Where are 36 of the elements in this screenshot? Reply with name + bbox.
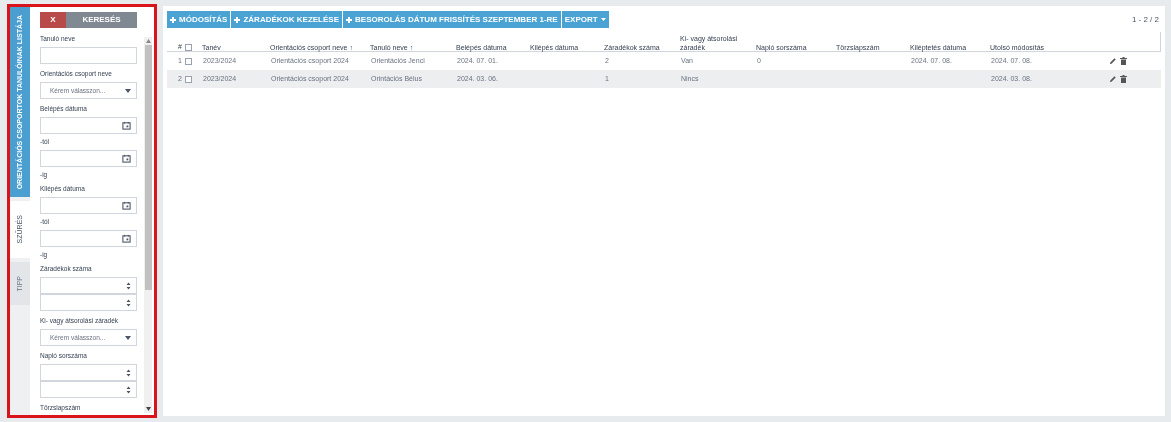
search-button[interactable]: KERESÉS: [66, 12, 137, 28]
trash-icon[interactable]: [1120, 75, 1127, 83]
caret-icon: [125, 335, 131, 340]
number-field[interactable]: [40, 277, 137, 294]
spinner-arrows-icon[interactable]: [126, 281, 131, 290]
calendar-icon[interactable]: [122, 154, 131, 163]
calendar-icon[interactable]: [122, 201, 131, 210]
calendar-icon[interactable]: [122, 121, 131, 130]
pencil-icon[interactable]: [1109, 57, 1117, 65]
date-field[interactable]: [40, 230, 137, 247]
plus-icon: [234, 16, 241, 23]
pencil-icon[interactable]: [1109, 75, 1117, 83]
spinner-arrows-icon[interactable]: [126, 368, 131, 377]
number-field[interactable]: [40, 294, 137, 311]
row-checkbox[interactable]: [185, 75, 192, 83]
spinner-arrows-icon[interactable]: [126, 385, 131, 394]
scrollbar[interactable]: [144, 37, 152, 413]
row-checkbox[interactable]: [185, 57, 192, 65]
dropdown-icon: [600, 18, 606, 21]
date-field[interactable]: [40, 150, 137, 167]
date-field[interactable]: [40, 197, 137, 214]
scroll-down-arrow-icon[interactable]: [145, 407, 151, 411]
trash-icon[interactable]: [1120, 57, 1127, 65]
pagination-info: 1 - 2 / 2: [1131, 13, 1160, 26]
scroll-up-arrow-icon[interactable]: [145, 39, 151, 43]
plus-icon: [170, 16, 176, 23]
select-all-checkbox[interactable]: [185, 44, 192, 51]
clear-button[interactable]: X: [40, 12, 66, 28]
caret-icon: [125, 88, 131, 93]
plus-icon: [346, 16, 352, 23]
number-field[interactable]: [40, 381, 137, 398]
text-field[interactable]: [40, 47, 137, 64]
spinner-arrows-icon[interactable]: [126, 298, 131, 307]
date-field[interactable]: [40, 117, 137, 134]
calendar-icon[interactable]: [122, 234, 131, 243]
number-field[interactable]: [40, 364, 137, 381]
